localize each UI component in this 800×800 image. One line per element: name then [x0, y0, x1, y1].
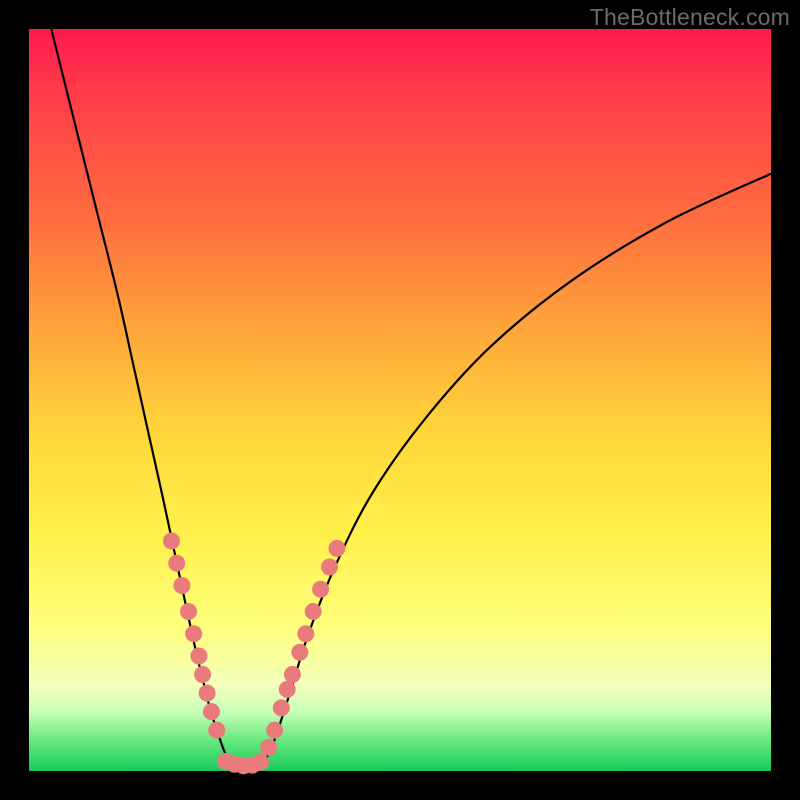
- sample-dot: [203, 703, 220, 720]
- sample-dot: [321, 559, 338, 576]
- sample-dot: [252, 754, 269, 771]
- watermark-text: TheBottleneck.com: [590, 4, 790, 31]
- sample-dot: [185, 625, 202, 642]
- sample-dot: [194, 666, 211, 683]
- bottleneck-curve: [51, 29, 771, 768]
- sample-dot: [284, 666, 301, 683]
- sample-dot: [279, 681, 296, 698]
- sample-dot: [328, 540, 345, 557]
- sample-dot: [260, 739, 277, 756]
- sample-dot: [312, 581, 329, 598]
- sample-dot: [208, 722, 225, 739]
- sample-dot: [266, 722, 283, 739]
- chart-frame: TheBottleneck.com: [0, 0, 800, 800]
- sample-dot: [190, 648, 207, 665]
- sample-dot: [163, 533, 180, 550]
- sample-dot: [199, 685, 216, 702]
- sample-dot: [173, 577, 190, 594]
- chart-svg: [29, 29, 771, 771]
- sample-dot: [291, 644, 308, 661]
- sample-dot: [305, 603, 322, 620]
- sample-dot: [297, 625, 314, 642]
- sample-dot: [273, 699, 290, 716]
- sample-dot: [168, 555, 185, 572]
- sample-dot: [180, 603, 197, 620]
